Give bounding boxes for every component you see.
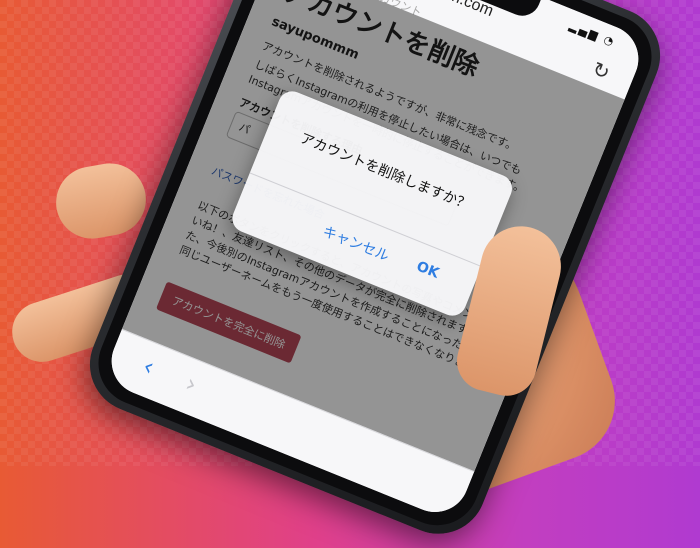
ok-button[interactable]: OK	[414, 258, 441, 281]
forward-icon[interactable]: ›	[182, 369, 201, 399]
back-icon[interactable]: ‹	[139, 352, 158, 382]
cancel-button[interactable]: キャンセル	[320, 221, 392, 266]
reload-icon[interactable]: ↻	[589, 56, 614, 85]
